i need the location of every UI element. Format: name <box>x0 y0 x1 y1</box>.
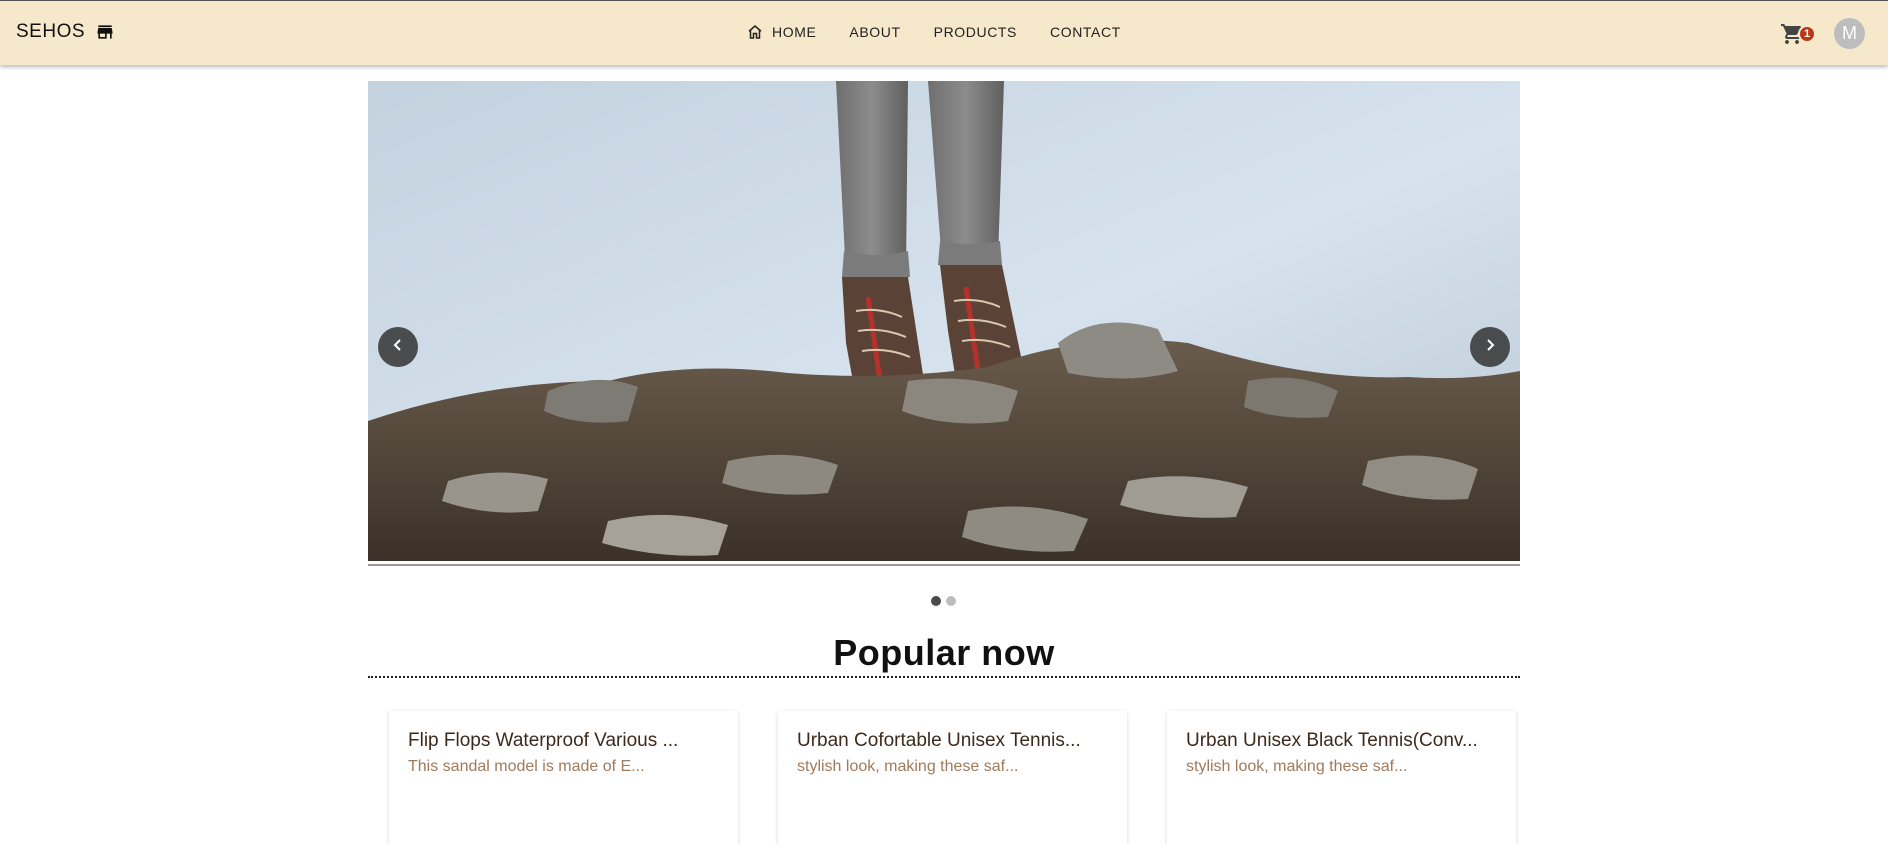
store-icon <box>95 22 115 42</box>
product-title: Flip Flops Waterproof Various ... <box>408 730 679 751</box>
carousel-dot-2[interactable] <box>946 596 956 606</box>
product-card[interactable]: Urban Unisex Black Tennis(Conv... stylis… <box>1167 711 1516 844</box>
cart-button[interactable]: 1 <box>1780 20 1818 48</box>
product-card[interactable]: Urban Cofortable Unisex Tennis... stylis… <box>778 711 1127 844</box>
product-card[interactable]: Flip Flops Waterproof Various ... This s… <box>389 711 738 844</box>
product-description: stylish look, making these saf... <box>1186 758 1408 775</box>
nav-about[interactable]: ABOUT <box>849 24 900 40</box>
nav-products-label: PRODUCTS <box>933 24 1017 40</box>
top-navbar: SEHOS HOME ABOUT PRODUCTS CONTACT 1 M <box>0 0 1888 65</box>
product-title: Urban Cofortable Unisex Tennis... <box>797 730 1081 751</box>
hero-carousel <box>368 81 1520 567</box>
chevron-left-icon <box>390 337 406 358</box>
home-icon <box>746 23 764 41</box>
brand-name[interactable]: SEHOS <box>16 21 85 43</box>
carousel-indicators <box>931 596 956 606</box>
nav-contact-label: CONTACT <box>1050 24 1121 40</box>
brand[interactable]: SEHOS <box>16 21 115 43</box>
carousel-slide-image <box>368 81 1520 561</box>
nav-about-label: ABOUT <box>849 24 901 40</box>
product-description: This sandal model is made of E... <box>408 758 645 775</box>
nav-home[interactable]: HOME <box>746 23 816 41</box>
cart-count-badge: 1 <box>1798 25 1816 43</box>
nav-home-label: HOME <box>772 24 817 40</box>
product-title: Urban Unisex Black Tennis(Conv... <box>1186 730 1478 751</box>
nav-contact[interactable]: CONTACT <box>1050 24 1121 40</box>
user-avatar[interactable]: M <box>1834 18 1865 49</box>
hiking-boots-image <box>368 81 1520 561</box>
chevron-right-icon <box>1482 337 1498 358</box>
section-title: Popular now <box>833 632 1055 673</box>
carousel-prev-button[interactable] <box>378 327 418 367</box>
carousel-dot-1[interactable] <box>931 596 941 606</box>
section-divider <box>368 676 1520 678</box>
product-description: stylish look, making these saf... <box>797 758 1019 775</box>
nav-products[interactable]: PRODUCTS <box>934 24 1017 40</box>
main-nav: HOME ABOUT PRODUCTS CONTACT <box>746 23 1121 41</box>
carousel-next-button[interactable] <box>1470 327 1510 367</box>
carousel-divider <box>368 564 1520 566</box>
